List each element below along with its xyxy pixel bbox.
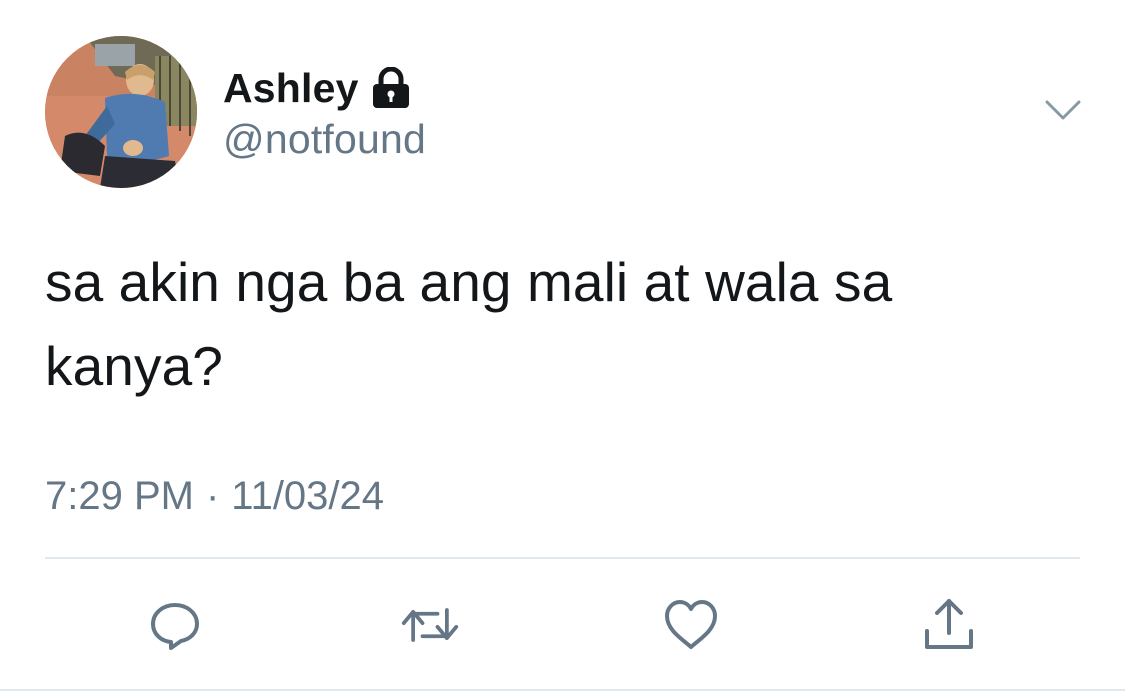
timestamp[interactable]: 7:29 PM · 11/03/24	[45, 474, 384, 519]
share-button[interactable]	[919, 595, 979, 655]
chevron-down-icon[interactable]	[1045, 98, 1081, 124]
tweet-text: sa akin nga ba ang mali at wala sa kanya…	[45, 240, 1085, 408]
like-button[interactable]	[661, 595, 721, 655]
lock-icon	[371, 66, 411, 109]
avatar-photo	[45, 36, 197, 188]
user-handle[interactable]: @notfound	[223, 116, 426, 163]
author-name-row[interactable]: Ashley	[223, 64, 411, 112]
share-icon	[925, 599, 973, 649]
tweet-text-line: kanya?	[45, 335, 223, 397]
heart-icon	[665, 600, 717, 649]
tweet-card: Ashley @notfound sa akin nga ba ang mali…	[0, 0, 1125, 691]
avatar[interactable]	[45, 36, 197, 188]
tweet-date: 11/03/24	[231, 474, 385, 518]
tweet-time: 7:29 PM	[45, 474, 194, 518]
divider	[45, 557, 1080, 559]
tweet-text-line: sa akin nga ba ang mali at wala sa	[45, 251, 893, 313]
reply-icon	[151, 603, 199, 650]
retweet-icon	[401, 608, 459, 642]
retweet-button[interactable]	[400, 595, 460, 655]
timestamp-separator: ·	[205, 474, 220, 518]
display-name[interactable]: Ashley	[223, 65, 359, 112]
reply-button[interactable]	[145, 595, 205, 655]
